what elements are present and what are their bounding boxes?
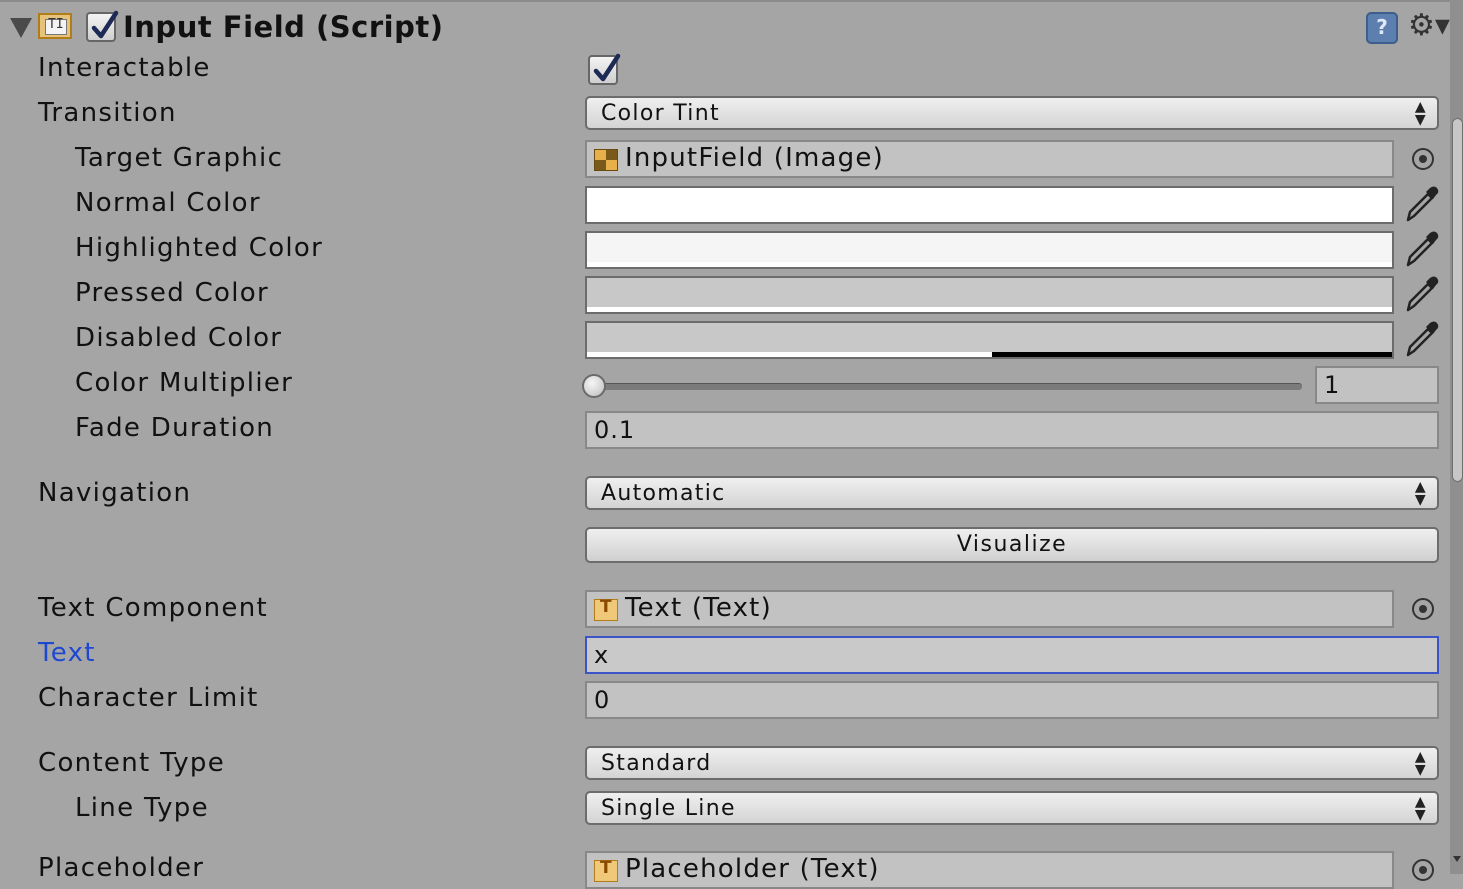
gear-icon[interactable]: ⚙▾ [1408,8,1450,43]
normal-color-label: Normal Color [75,188,261,218]
object-picker-icon[interactable] [1412,859,1434,881]
image-icon [594,149,618,171]
target-graphic-label: Target Graphic [75,143,284,173]
character-limit-input[interactable]: 0 [585,681,1439,719]
checkmark-icon [593,53,621,82]
text-label: Text [38,638,96,668]
fade-duration-input[interactable]: 0.1 [585,411,1439,449]
object-picker-icon[interactable] [1412,148,1434,170]
navigation-value: Automatic [601,481,726,506]
transition-dropdown[interactable]: Color Tint ▲ ▼ [585,96,1439,130]
navigation-label: Navigation [38,478,192,508]
content-type-label: Content Type [38,748,225,778]
target-graphic-value: InputField (Image) [625,143,884,173]
text-input[interactable]: x [585,636,1439,674]
scroll-down-arrow-icon[interactable] [1453,856,1461,862]
dropdown-arrows-icon: ▲ ▼ [1414,749,1427,778]
interactable-label: Interactable [38,53,211,83]
alpha-bar [587,217,1392,222]
alpha-bar-white [587,352,992,357]
eyedropper-icon[interactable] [1402,319,1442,359]
text-icon [594,597,618,621]
text-component-value: Text (Text) [625,593,772,623]
text-icon [594,858,618,882]
component-title: Input Field (Script) [123,10,444,44]
dropdown-arrows-icon: ▲ ▼ [1414,479,1427,508]
navigation-dropdown[interactable]: Automatic ▲ ▼ [585,476,1439,510]
color-multiplier-label: Color Multiplier [75,368,294,398]
character-limit-value: 0 [594,686,611,714]
transition-value: Color Tint [601,101,720,126]
highlighted-color-field[interactable] [585,231,1394,269]
text-component-label: Text Component [38,593,268,623]
scrollbar-thumb[interactable] [1452,118,1463,482]
script-icon: TI [38,13,72,39]
eyedropper-icon[interactable] [1402,229,1442,269]
visualize-button[interactable]: Visualize [585,527,1439,563]
eyedropper-icon[interactable] [1402,274,1442,314]
color-multiplier-slider-track[interactable] [594,383,1302,390]
script-icon-text: TI [48,17,64,32]
color-multiplier-input[interactable]: 1 [1315,366,1439,404]
color-multiplier-slider-thumb[interactable] [582,374,606,398]
text-value: x [594,641,610,669]
alpha-bar [587,262,1392,267]
disabled-color-label: Disabled Color [75,323,283,353]
pressed-color-field[interactable] [585,276,1394,314]
transition-label: Transition [38,98,177,128]
normal-color-field[interactable] [585,186,1394,224]
disabled-color-field[interactable] [585,321,1394,359]
content-type-dropdown[interactable]: Standard ▲ ▼ [585,746,1439,780]
dropdown-arrows-icon: ▲ ▼ [1414,794,1427,823]
fade-duration-label: Fade Duration [75,413,275,443]
alpha-bar [587,307,1392,312]
alpha-bar-black [992,352,1392,357]
foldout-arrow-icon[interactable] [10,18,32,38]
line-type-label: Line Type [75,793,209,823]
component-enabled-checkbox[interactable] [86,10,119,42]
fade-duration-value: 0.1 [594,416,636,444]
object-picker-icon[interactable] [1412,598,1434,620]
help-icon[interactable]: ? [1366,12,1398,44]
placeholder-value: Placeholder (Text) [625,854,880,884]
panel-top-border [0,0,1463,2]
content-type-value: Standard [601,751,712,776]
eyedropper-icon[interactable] [1402,184,1442,224]
line-type-value: Single Line [601,796,736,821]
color-multiplier-value: 1 [1324,371,1341,399]
line-type-dropdown[interactable]: Single Line ▲ ▼ [585,791,1439,825]
checkmark-icon [91,10,119,39]
interactable-checkbox[interactable] [588,53,621,85]
component-header[interactable]: TI Input Field (Script) ? ⚙▾ [0,4,1450,50]
highlighted-color-label: Highlighted Color [75,233,324,263]
placeholder-label: Placeholder [38,853,205,883]
target-graphic-field[interactable]: InputField (Image) [585,140,1394,178]
text-component-field[interactable]: Text (Text) [585,590,1394,628]
placeholder-field[interactable]: Placeholder (Text) [585,851,1394,889]
dropdown-arrows-icon: ▲ ▼ [1414,99,1427,128]
character-limit-label: Character Limit [38,683,259,713]
pressed-color-label: Pressed Color [75,278,269,308]
